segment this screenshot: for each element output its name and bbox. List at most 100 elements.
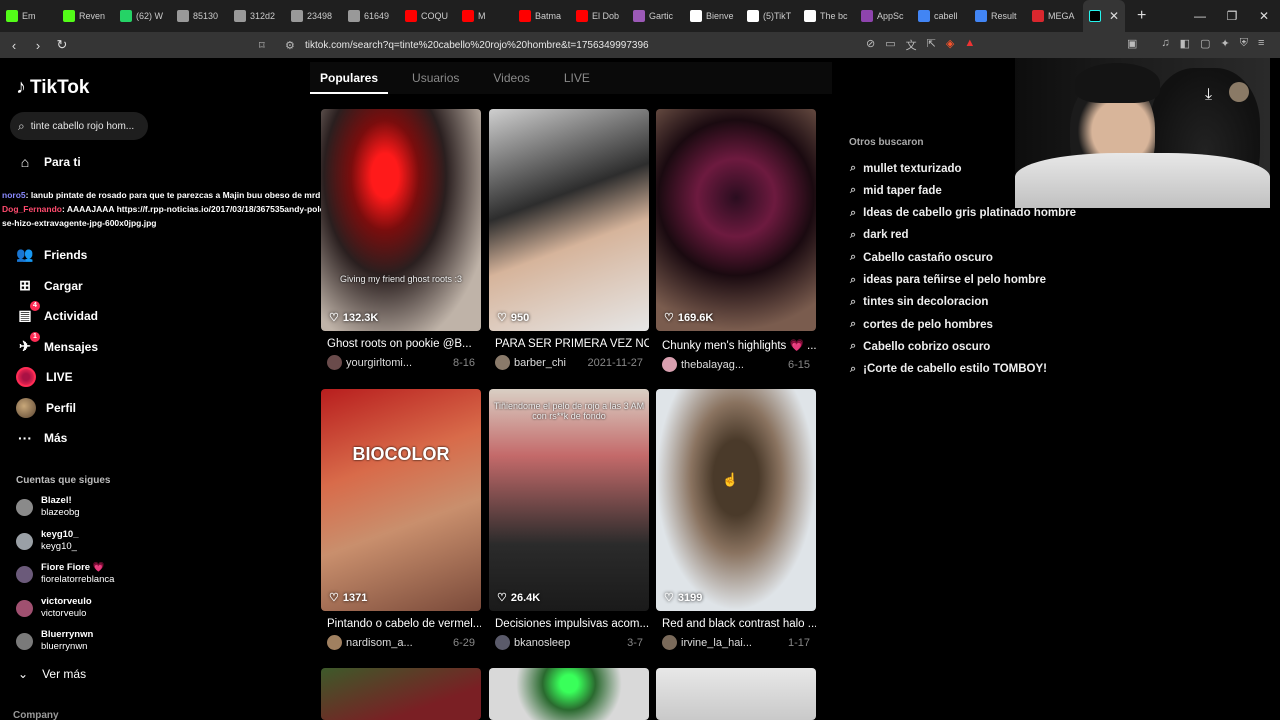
browser-tab[interactable]: cabell [912, 0, 969, 32]
browser-tab[interactable]: Gartic [627, 0, 684, 32]
browser-tab[interactable]: El Dob [570, 0, 627, 32]
video-card[interactable]: Giving my friend ghost roots :3 ♡ 132.3K Gh… [321, 109, 481, 370]
video-author[interactable]: bkanosleep [514, 637, 627, 649]
rewards-icon[interactable]: ▲ [964, 37, 975, 53]
video-caption[interactable]: Red and black contrast halo ... [656, 618, 816, 630]
browser-tab[interactable]: Result [969, 0, 1026, 32]
browser-tab[interactable]: (62) W [114, 0, 171, 32]
video-thumbnail[interactable] [489, 668, 649, 720]
browser-tab[interactable]: 85130 [171, 0, 228, 32]
video-author[interactable]: irvine_la_hai... [681, 637, 788, 649]
video-thumbnail[interactable] [656, 668, 816, 720]
browser-tab[interactable]: Reven [57, 0, 114, 32]
browser-tab[interactable]: 312d2 [228, 0, 285, 32]
video-author[interactable]: yourgirltomi... [346, 357, 453, 369]
video-card[interactable]: ♡ 3199 Red and black contrast halo ... irvi… [656, 389, 816, 650]
video-caption[interactable]: PARA SER PRIMERA VEZ NO... [489, 338, 649, 350]
browser-tab[interactable]: 61649 [342, 0, 399, 32]
video-caption[interactable]: Decisiones impulsivas acom... [489, 618, 649, 630]
sidebar-item-mas[interactable]: ··· Más [16, 430, 67, 446]
browser-tab[interactable]: Bienve [684, 0, 741, 32]
browser-tab[interactable]: MEGA [1026, 0, 1083, 32]
sidebar-item-live[interactable]: LIVE [16, 367, 73, 387]
leo-icon[interactable]: ✦ [1220, 37, 1229, 50]
video-thumbnail[interactable]: BIOCOLOR ♡ 1371 [321, 389, 481, 611]
suggestion-item[interactable]: ⌕ mullet texturizado [850, 162, 962, 175]
sidebar-toggle-icon[interactable]: ▣ [1127, 37, 1137, 50]
following-item[interactable]: victorveulo victorveulo [16, 596, 92, 620]
suggestion-item[interactable]: ⌕ tintes sin decoloracion [850, 296, 988, 309]
browser-tab[interactable]: Em [0, 0, 57, 32]
following-item[interactable]: keyg10_ keyg10_ [16, 529, 79, 553]
browser-tab[interactable]: (5)TikT [741, 0, 798, 32]
wallet-icon[interactable]: ▢ [1200, 37, 1210, 50]
video-card[interactable]: Tiñiendome el pelo de rojo a las 3 AM co… [489, 389, 649, 650]
cast-icon[interactable]: ▭ [885, 37, 895, 53]
tiktok-logo[interactable]: ♪ TikTok [16, 76, 89, 99]
vpn-icon[interactable]: ⛨ [1240, 37, 1248, 50]
browser-tab[interactable]: AppSc [855, 0, 912, 32]
video-thumbnail[interactable]: Giving my friend ghost roots :3 ♡ 132.3K [321, 109, 481, 331]
video-caption[interactable]: Chunky men's highlights 💗 ... [656, 338, 816, 352]
panel-icon[interactable]: ◧ [1180, 37, 1190, 50]
browser-tab[interactable]: COQU [399, 0, 456, 32]
suggestion-item[interactable]: ⌕ ¡Corte de cabello estilo TOMBOY! [850, 363, 1047, 376]
sidebar-item-perfil[interactable]: Perfil [16, 398, 76, 418]
video-author[interactable]: nardisom_a... [346, 637, 453, 649]
browser-tab-active[interactable]: ✕ [1083, 0, 1125, 32]
forward-icon[interactable]: › [28, 38, 48, 53]
video-card[interactable]: BIOCOLOR ♡ 1371 Pintando o cabelo de vermel… [321, 389, 481, 650]
suggestion-item[interactable]: ⌕ Cabello castaño oscuro [850, 251, 993, 264]
suggestion-item[interactable]: ⌕ Ideas de cabello gris platinado hombre [850, 207, 1076, 220]
close-window-icon[interactable]: ✕ [1248, 9, 1280, 23]
video-thumbnail[interactable]: ♡ 3199 [656, 389, 816, 611]
new-tab-icon[interactable]: + [1137, 7, 1146, 25]
video-caption[interactable]: Ghost roots on pookie @B‌‌... [321, 338, 481, 350]
reload-icon[interactable]: ↻ [52, 37, 72, 53]
browser-tab[interactable]: M [456, 0, 513, 32]
video-author[interactable]: barber_chi [514, 357, 588, 369]
share-icon[interactable]: ⇱ [927, 37, 936, 53]
following-item[interactable]: Fiore Fiore 💗 fiorelatorreblanca [16, 562, 114, 586]
tab-videos[interactable]: Videos [483, 62, 539, 94]
brave-shield-icon[interactable]: ◈ [946, 37, 954, 53]
media-icon[interactable]: ♫ [1161, 37, 1169, 50]
sidebar-item-para-ti[interactable]: ⌂ Para ti [16, 154, 81, 170]
menu-icon[interactable]: ≡ [1258, 37, 1264, 50]
tab-usuarios[interactable]: Usuarios [402, 62, 469, 94]
suggestion-item[interactable]: ⌕ Cabello cobrizo oscuro [850, 340, 990, 353]
browser-tab[interactable]: Batma [513, 0, 570, 32]
video-caption[interactable]: Pintando o cabelo de vermel... [321, 618, 481, 630]
suggestion-item[interactable]: ⌕ cortes de pelo hombres [850, 318, 993, 331]
video-author[interactable]: thebalayag... [681, 359, 788, 371]
suggestion-item[interactable]: ⌕ mid taper fade [850, 184, 942, 197]
sidebar-item-cargar[interactable]: ⊞ Cargar [16, 277, 83, 294]
search-input[interactable]: ⌕ tinte cabello rojo hom... [10, 112, 148, 140]
back-icon[interactable]: ‹ [4, 38, 24, 53]
eye-off-icon[interactable]: ⊘ [866, 37, 875, 53]
sidebar-item-mensajes[interactable]: ✈ 1 Mensajes [16, 332, 98, 355]
sidebar-item-actividad[interactable]: ▤ 4 Actividad [16, 301, 98, 324]
suggestion-item[interactable]: ⌕ dark red [850, 229, 909, 242]
browser-tab[interactable]: The bc [798, 0, 855, 32]
tab-live[interactable]: LIVE [554, 62, 600, 94]
sidebar-item-friends[interactable]: 👥 Friends [16, 246, 87, 263]
following-item[interactable]: Bluerrynwn bluerrynwn [16, 629, 93, 653]
translate-icon[interactable]: 文 [906, 37, 917, 53]
video-thumbnail[interactable]: ♡ 950 [489, 109, 649, 331]
minimize-icon[interactable]: — [1184, 9, 1216, 23]
video-card[interactable]: ♡ 950 PARA SER PRIMERA VEZ NO... barber_chi… [489, 109, 649, 370]
bookmark-icon[interactable]: ⌑ [259, 39, 265, 52]
site-info-icon[interactable]: ⚙ [285, 39, 295, 52]
video-thumbnail[interactable]: ♡ 169.6K [656, 109, 816, 331]
suggestion-item[interactable]: ⌕ ideas para teñirse el pelo hombre [850, 274, 1046, 287]
tab-close-icon[interactable]: ✕ [1109, 9, 1119, 23]
video-card[interactable]: ♡ 169.6K Chunky men's highlights 💗 ... theb… [656, 109, 816, 372]
following-item[interactable]: Blazel! blazeobg [16, 495, 80, 519]
restore-icon[interactable]: ❐ [1216, 9, 1248, 23]
video-thumbnail[interactable] [321, 668, 481, 720]
company-link[interactable]: Company [13, 710, 59, 720]
tab-populares[interactable]: Populares [310, 62, 389, 94]
browser-tab[interactable]: 23498 [285, 0, 342, 32]
video-thumbnail[interactable]: Tiñiendome el pelo de rojo a las 3 AM co… [489, 389, 649, 611]
